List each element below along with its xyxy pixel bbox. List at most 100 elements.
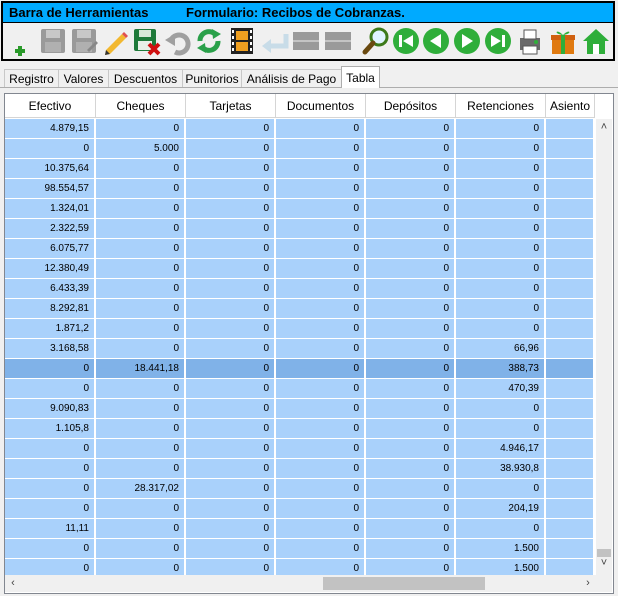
table-cell[interactable]: 0: [366, 539, 456, 559]
table-cell[interactable]: [546, 199, 595, 219]
table-cell[interactable]: [546, 439, 595, 459]
table-cell[interactable]: 0: [276, 479, 366, 499]
table-cell[interactable]: [546, 499, 595, 519]
table-row[interactable]: 6.075,77 0 0 0 0 0: [5, 239, 595, 259]
table-row[interactable]: 4.879,15 0 0 0 0 0: [5, 119, 595, 139]
table-row[interactable]: 0 0 0 0 0 1.500: [5, 539, 595, 559]
table-cell[interactable]: [546, 519, 595, 539]
table-cell[interactable]: 0: [96, 399, 186, 419]
scroll-right-icon[interactable]: ›: [580, 575, 596, 591]
table-row[interactable]: 11,11 0 0 0 0 0: [5, 519, 595, 539]
table-cell[interactable]: 0: [276, 159, 366, 179]
table-cell[interactable]: 5.000: [96, 139, 186, 159]
table-cell[interactable]: [546, 299, 595, 319]
table-cell[interactable]: 0: [186, 359, 276, 379]
table-cell[interactable]: 0: [96, 159, 186, 179]
table-cell[interactable]: 0: [96, 459, 186, 479]
table-cell[interactable]: 1.871,2: [5, 319, 96, 339]
table-cell[interactable]: 0: [186, 439, 276, 459]
tab-análisis-de-pago[interactable]: Análisis de Pago: [241, 69, 342, 87]
table-cell[interactable]: 0: [366, 259, 456, 279]
table-cell[interactable]: 0: [366, 299, 456, 319]
table-cell[interactable]: 0: [366, 339, 456, 359]
table-cell[interactable]: 0: [456, 199, 546, 219]
table-cell[interactable]: 204,19: [456, 499, 546, 519]
table-cell[interactable]: [546, 159, 595, 179]
table-cell[interactable]: 0: [366, 119, 456, 139]
table-row[interactable]: 0 28.317,02 0 0 0 0: [5, 479, 595, 499]
table-cell[interactable]: 0: [96, 299, 186, 319]
table-cell[interactable]: 0: [366, 479, 456, 499]
table-cell[interactable]: 66,96: [456, 339, 546, 359]
table-cell[interactable]: 0: [96, 539, 186, 559]
table-cell[interactable]: 0: [96, 199, 186, 219]
previous-record-icon[interactable]: [421, 26, 451, 56]
column-header-documentos[interactable]: Documentos: [276, 94, 366, 118]
table-cell[interactable]: 28.317,02: [96, 479, 186, 499]
table-cell[interactable]: 0: [186, 159, 276, 179]
home-icon[interactable]: [581, 26, 611, 56]
table-cell[interactable]: 0: [366, 179, 456, 199]
first-record-icon[interactable]: [391, 26, 421, 56]
table-cell[interactable]: 6.075,77: [5, 239, 96, 259]
table-cell[interactable]: 0: [276, 459, 366, 479]
scroll-up-icon[interactable]: ˄: [596, 119, 612, 135]
table-cell[interactable]: 6.433,39: [5, 279, 96, 299]
table-cell[interactable]: 0: [276, 239, 366, 259]
table-cell[interactable]: 0: [186, 499, 276, 519]
table-cell[interactable]: 0: [456, 419, 546, 439]
table-cell[interactable]: 0: [5, 459, 96, 479]
table-cell[interactable]: [546, 539, 595, 559]
table-cell[interactable]: 0: [5, 439, 96, 459]
table-row[interactable]: 0 0 0 0 0 38.930,8: [5, 459, 595, 479]
edit-icon[interactable]: [100, 26, 130, 56]
next-record-icon[interactable]: [452, 26, 482, 56]
table-cell[interactable]: 0: [276, 499, 366, 519]
column-header-efectivo[interactable]: Efectivo: [5, 94, 96, 118]
table-cell[interactable]: 0: [276, 399, 366, 419]
refresh-icon[interactable]: [194, 26, 224, 56]
table-cell[interactable]: 0: [186, 119, 276, 139]
table-row[interactable]: 0 0 0 0 0 470,39: [5, 379, 595, 399]
tab-descuentos[interactable]: Descuentos: [108, 69, 183, 87]
table-cell[interactable]: 8.292,81: [5, 299, 96, 319]
table-cell[interactable]: 0: [366, 219, 456, 239]
table-cell[interactable]: 0: [456, 399, 546, 419]
table-cell[interactable]: 0: [5, 379, 96, 399]
column-header-asiento[interactable]: Asiento: [546, 94, 595, 118]
table-cell[interactable]: 0: [96, 439, 186, 459]
table-cell[interactable]: 0: [186, 459, 276, 479]
table-cell[interactable]: 0: [186, 479, 276, 499]
table-cell[interactable]: 0: [5, 139, 96, 159]
table-cell[interactable]: 0: [366, 399, 456, 419]
table-cell[interactable]: 0: [456, 139, 546, 159]
table-cell[interactable]: 470,39: [456, 379, 546, 399]
table-cell[interactable]: 0: [5, 539, 96, 559]
save-as-disabled-icon[interactable]: [69, 26, 99, 56]
tab-punitorios[interactable]: Punitorios: [182, 69, 242, 87]
table-cell[interactable]: 0: [186, 399, 276, 419]
table-cell[interactable]: 0: [5, 359, 96, 379]
disabled-grid-icon-2[interactable]: [323, 26, 353, 56]
table-cell[interactable]: 0: [186, 319, 276, 339]
table-cell[interactable]: [546, 339, 595, 359]
table-cell[interactable]: 0: [186, 259, 276, 279]
table-cell[interactable]: 0: [96, 259, 186, 279]
table-row[interactable]: 98.554,57 0 0 0 0 0: [5, 179, 595, 199]
table-cell[interactable]: 0: [366, 459, 456, 479]
horizontal-scroll-thumb[interactable]: [323, 577, 485, 590]
table-cell[interactable]: 38.930,8: [456, 459, 546, 479]
table-cell[interactable]: 0: [96, 179, 186, 199]
table-cell[interactable]: 0: [366, 519, 456, 539]
table-cell[interactable]: 0: [366, 159, 456, 179]
table-cell[interactable]: 0: [366, 279, 456, 299]
table-cell[interactable]: 0: [96, 379, 186, 399]
table-row[interactable]: 6.433,39 0 0 0 0 0: [5, 279, 595, 299]
scroll-down-icon[interactable]: ˅: [596, 555, 612, 571]
back-enter-icon[interactable]: [260, 26, 290, 56]
table-cell[interactable]: 0: [96, 499, 186, 519]
table-cell[interactable]: 0: [456, 119, 546, 139]
table-cell[interactable]: 0: [276, 199, 366, 219]
print-icon[interactable]: [515, 26, 545, 56]
film-icon[interactable]: [227, 26, 257, 56]
